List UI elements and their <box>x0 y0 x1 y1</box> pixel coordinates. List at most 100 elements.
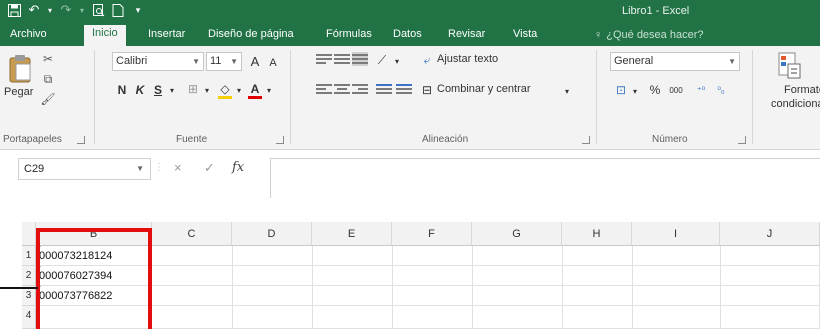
chevron-down-icon[interactable]: ▾ <box>628 85 642 99</box>
cell-b2[interactable]: 000076027394 <box>36 266 152 286</box>
font-group-label: Fuente <box>176 134 208 145</box>
column-header-f[interactable]: F <box>392 222 472 246</box>
number-launcher-icon[interactable] <box>738 136 746 144</box>
increase-decimal-icon[interactable]: ⁺⁰ <box>694 83 708 97</box>
save-icon[interactable] <box>6 2 22 18</box>
font-size-dropdown[interactable]: 11 ▼ <box>206 52 242 71</box>
row-header-1[interactable]: 1 <box>22 246 36 266</box>
tab-revisar[interactable]: Revisar <box>440 26 493 46</box>
orientation-icon[interactable]: ⟋ <box>375 53 389 67</box>
row-header-2[interactable]: 2 <box>22 266 36 286</box>
comma-style-button[interactable]: 000 <box>666 84 686 98</box>
tab-vista[interactable]: Vista <box>505 26 545 46</box>
underline-button[interactable]: S <box>151 83 165 97</box>
wrap-text-icon[interactable]: ⤶ <box>420 53 434 67</box>
align-left-icon[interactable] <box>316 82 332 96</box>
chevron-down-icon[interactable]: ▾ <box>78 2 86 18</box>
merge-center-button[interactable]: Combinar y centrar <box>437 83 531 95</box>
name-box[interactable]: C29 ▼ <box>18 158 151 180</box>
cell-b4[interactable] <box>36 306 152 329</box>
name-box-value: C29 <box>24 163 45 175</box>
align-right-icon[interactable] <box>352 82 368 96</box>
tab-diseno-de-pagina[interactable]: Diseño de página <box>200 26 302 46</box>
chevron-down-icon[interactable]: ▾ <box>262 84 276 98</box>
lightbulb-icon: ♀ <box>594 29 603 41</box>
window-title: Libro1 - Excel <box>622 5 690 17</box>
gridline <box>720 246 721 329</box>
bold-button[interactable]: N <box>115 83 129 97</box>
chevron-down-icon[interactable]: ▾ <box>560 85 574 99</box>
font-name-value: Calibri <box>116 55 148 67</box>
alignment-launcher-icon[interactable] <box>582 136 590 144</box>
cut-icon[interactable]: ✂ <box>40 52 56 66</box>
column-header-e[interactable]: E <box>312 222 392 246</box>
conditional-format-icon[interactable] <box>778 52 802 80</box>
align-middle-icon[interactable] <box>334 52 350 66</box>
print-preview-icon[interactable] <box>90 2 106 18</box>
new-file-icon[interactable] <box>110 2 126 18</box>
undo-icon[interactable]: ↶ <box>26 2 42 18</box>
chevron-down-icon[interactable]: ▾ <box>165 84 179 98</box>
accounting-format-icon[interactable]: ⊡ <box>614 83 628 97</box>
column-header-d[interactable]: D <box>232 222 312 246</box>
align-center-icon[interactable] <box>334 82 350 96</box>
format-painter-icon[interactable]: 🖌 <box>40 92 56 106</box>
column-header-b[interactable]: B <box>36 222 152 246</box>
select-all-corner[interactable] <box>22 222 36 246</box>
conditional-format-button[interactable]: Formato <box>784 84 820 96</box>
grow-font-button[interactable]: A <box>248 55 262 69</box>
wrap-text-button[interactable]: Ajustar texto <box>437 53 498 65</box>
chevron-down-icon[interactable]: ▾ <box>390 55 404 69</box>
tell-me-box[interactable]: ♀ ¿Qué desea hacer? <box>594 29 703 41</box>
chevron-down-icon[interactable]: ▾ <box>46 2 54 18</box>
number-format-dropdown[interactable]: General ▼ <box>610 52 740 71</box>
borders-icon[interactable]: ⊞ <box>186 82 200 96</box>
merge-center-icon[interactable]: ⊟ <box>420 83 434 97</box>
cancel-icon[interactable]: × <box>174 160 182 175</box>
column-header-i[interactable]: I <box>632 222 720 246</box>
formula-buttons: × ✓ fx <box>160 158 270 180</box>
fill-color-icon[interactable]: ◇ <box>218 82 232 99</box>
cell-b1[interactable]: 000073218124 <box>36 246 152 266</box>
increase-indent-icon[interactable] <box>396 82 412 96</box>
align-top-icon[interactable] <box>316 52 332 66</box>
shrink-font-button[interactable]: A <box>266 56 280 70</box>
tab-insertar[interactable]: Insertar <box>140 26 193 46</box>
tab-inicio[interactable]: Inicio <box>84 25 126 46</box>
decrease-indent-icon[interactable] <box>376 82 392 96</box>
enter-icon[interactable]: ✓ <box>204 160 215 176</box>
row-header-3[interactable]: 3 <box>22 286 36 306</box>
cell-b3[interactable]: 000073776822 <box>36 286 152 306</box>
insert-function-icon[interactable]: fx <box>232 160 244 175</box>
paste-icon[interactable] <box>8 52 34 83</box>
formula-input[interactable] <box>270 158 820 198</box>
italic-button[interactable]: K <box>133 83 147 97</box>
chevron-down-icon: ▼ <box>728 57 736 66</box>
gridline <box>392 246 393 329</box>
customize-qat-icon[interactable]: ▾ <box>130 2 146 18</box>
tab-archivo[interactable]: Archivo <box>2 26 55 46</box>
column-header-j[interactable]: J <box>720 222 820 246</box>
copy-icon[interactable]: ⧉ <box>40 72 56 86</box>
chevron-down-icon[interactable]: ▾ <box>200 84 214 98</box>
tab-datos[interactable]: Datos <box>385 26 430 46</box>
gridline <box>472 246 473 329</box>
number-format-value: General <box>614 55 654 67</box>
tab-formulas[interactable]: Fórmulas <box>318 26 380 46</box>
clipboard-launcher-icon[interactable] <box>77 136 85 144</box>
column-header-g[interactable]: G <box>472 222 562 246</box>
font-name-dropdown[interactable]: Calibri ▼ <box>112 52 204 71</box>
column-header-h[interactable]: H <box>562 222 632 246</box>
percent-style-button[interactable]: % <box>648 83 662 97</box>
font-color-button[interactable]: A <box>248 82 262 99</box>
decrease-decimal-icon[interactable]: ⁰₀ <box>714 83 728 97</box>
conditional-format-button-line2[interactable]: condicional <box>771 98 820 110</box>
paste-button[interactable]: Pegar <box>4 86 33 98</box>
column-header-c[interactable]: C <box>152 222 232 246</box>
align-bottom-icon[interactable] <box>352 52 368 66</box>
tell-me-placeholder: ¿Qué desea hacer? <box>606 29 704 41</box>
chevron-down-icon[interactable]: ▾ <box>232 84 246 98</box>
row-header-4[interactable]: 4 <box>22 306 36 329</box>
redo-icon[interactable]: ↷ <box>58 2 74 18</box>
font-launcher-icon[interactable] <box>276 136 284 144</box>
